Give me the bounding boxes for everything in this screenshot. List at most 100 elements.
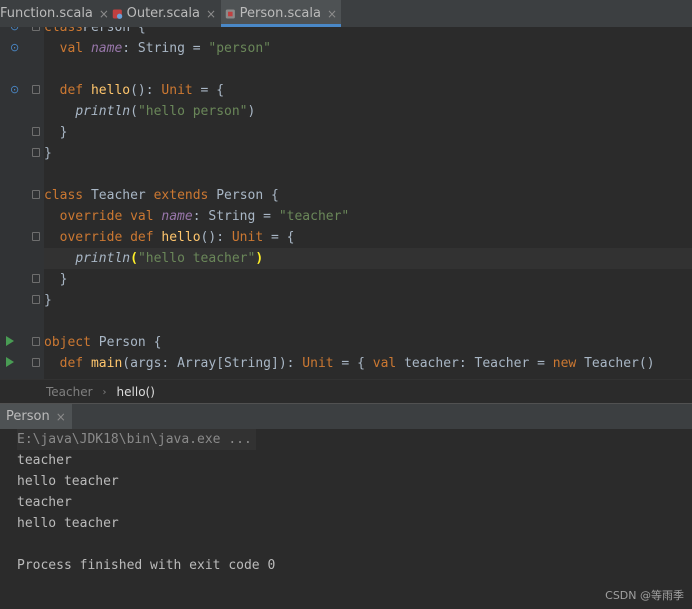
scala-object-file-icon [112,8,123,19]
override-marker-icon[interactable]: ⊙ [10,27,22,33]
code-line[interactable]: override val name: String = "teacher" [44,206,692,227]
run-icon[interactable] [6,357,14,367]
fold-icon[interactable] [32,27,40,31]
code-token: "hello person" [137,104,248,119]
overridden-marker-icon[interactable]: ⊙ [10,42,22,54]
code-line[interactable]: } [44,122,692,143]
breadcrumb-item-teacher[interactable]: Teacher [46,385,93,399]
console-output-line: teacher [17,495,72,510]
fold-icon[interactable] [32,148,40,157]
code-line[interactable]: override def hello(): Unit = { [44,227,692,248]
code-line[interactable]: } [44,269,692,290]
code-area[interactable]: classPerson { val name: String = "person… [44,27,692,379]
run-tab-label: Person [6,409,50,424]
code-token: override val [59,209,162,224]
run-icon[interactable] [6,336,14,346]
code-token: = { [333,356,373,371]
tab-person-scala[interactable]: Person.scala × [221,0,341,27]
code-token: (args: Array[String]): [122,356,303,371]
code-line[interactable]: object Person { [44,332,692,353]
code-token: name [90,41,123,56]
code-token: Person { [216,188,279,203]
code-token: println [75,251,131,266]
code-token: } [44,146,52,161]
fold-icon[interactable] [32,190,40,199]
code-token: def [59,83,91,98]
tab-outer-scala[interactable]: Outer.scala × [108,0,220,27]
editor-tab-bar: Function.scala × Outer.scala × Person.sc… [0,0,692,28]
code-token: ) [247,104,256,119]
code-line[interactable] [44,164,692,185]
run-tab-person[interactable]: Person × [0,404,72,429]
code-token: main [90,356,123,371]
code-editor[interactable]: ⊙ ⊙ ⊙ classPerson { val name: String = "… [0,27,692,379]
code-line[interactable] [44,311,692,332]
fold-icon[interactable] [32,232,40,241]
code-token: extends [153,188,217,203]
code-line[interactable]: } [44,143,692,164]
code-token: override def [59,230,162,245]
code-token: Person { [98,335,162,350]
code-token: (): [200,230,232,245]
console-output-line: hello teacher [17,516,119,531]
code-line[interactable]: classPerson { [44,27,692,38]
fold-icon[interactable] [32,85,40,94]
code-token: : String = [122,41,209,56]
fold-icon[interactable] [32,337,40,346]
console-exit-message: Process finished with exit code 0 [17,558,276,573]
code-token: } [44,293,52,308]
fold-icon[interactable] [32,358,40,367]
code-token: = { [263,230,295,245]
code-line[interactable]: } [44,290,692,311]
code-token: (): [130,83,162,98]
scala-class-file-icon [225,8,235,19]
code-line[interactable]: println("hello person") [44,101,692,122]
close-icon[interactable]: × [56,410,66,424]
run-console[interactable]: E:\java\JDK18\bin\java.exe ... teacher h… [0,429,692,609]
tab-close-icon[interactable]: × [206,7,216,21]
code-line[interactable]: val name: String = "person" [44,38,692,59]
code-token: Unit [161,83,193,98]
code-line[interactable]: def main(args: Array[String]): Unit = { … [44,353,692,374]
tab-function-scala[interactable]: Function.scala × [0,0,109,27]
code-token: new [552,356,585,371]
code-token: = { [192,83,225,98]
code-token: Person { [83,27,146,35]
code-token: } [44,272,68,287]
code-token: : String = [192,209,279,224]
code-line[interactable] [44,59,692,80]
watermark: CSDN @等雨季 [605,589,684,602]
fold-icon[interactable] [32,127,40,136]
code-token: println [75,104,131,119]
code-token: Teacher() [584,356,655,371]
tab-label: Person.scala [239,6,321,21]
breadcrumb-item-hello[interactable]: hello() [117,385,155,399]
console-command-line[interactable]: E:\java\JDK18\bin\java.exe ... [17,429,256,450]
breadcrumb: Teacher › hello() [0,379,692,404]
console-output-line: hello teacher [17,474,119,489]
tab-close-icon[interactable]: × [327,7,337,21]
code-token: def [59,356,91,371]
fold-icon[interactable] [32,295,40,304]
code-token: ( [130,104,138,119]
code-token: Unit [231,230,264,245]
code-token: ( [130,251,138,266]
code-line[interactable]: def hello(): Unit = { [44,80,692,101]
code-line[interactable]: println("hello teacher") [44,248,692,269]
code-token: "hello teacher" [137,251,256,266]
run-tool-window-header: Person × [0,403,692,430]
code-line[interactable]: class Teacher extends Person { [44,185,692,206]
overridden-marker-icon[interactable]: ⊙ [10,84,22,96]
code-token: class [44,188,91,203]
fold-icon[interactable] [32,274,40,283]
code-token: name [161,209,193,224]
code-token: ) [255,251,264,266]
code-token: object [44,335,99,350]
